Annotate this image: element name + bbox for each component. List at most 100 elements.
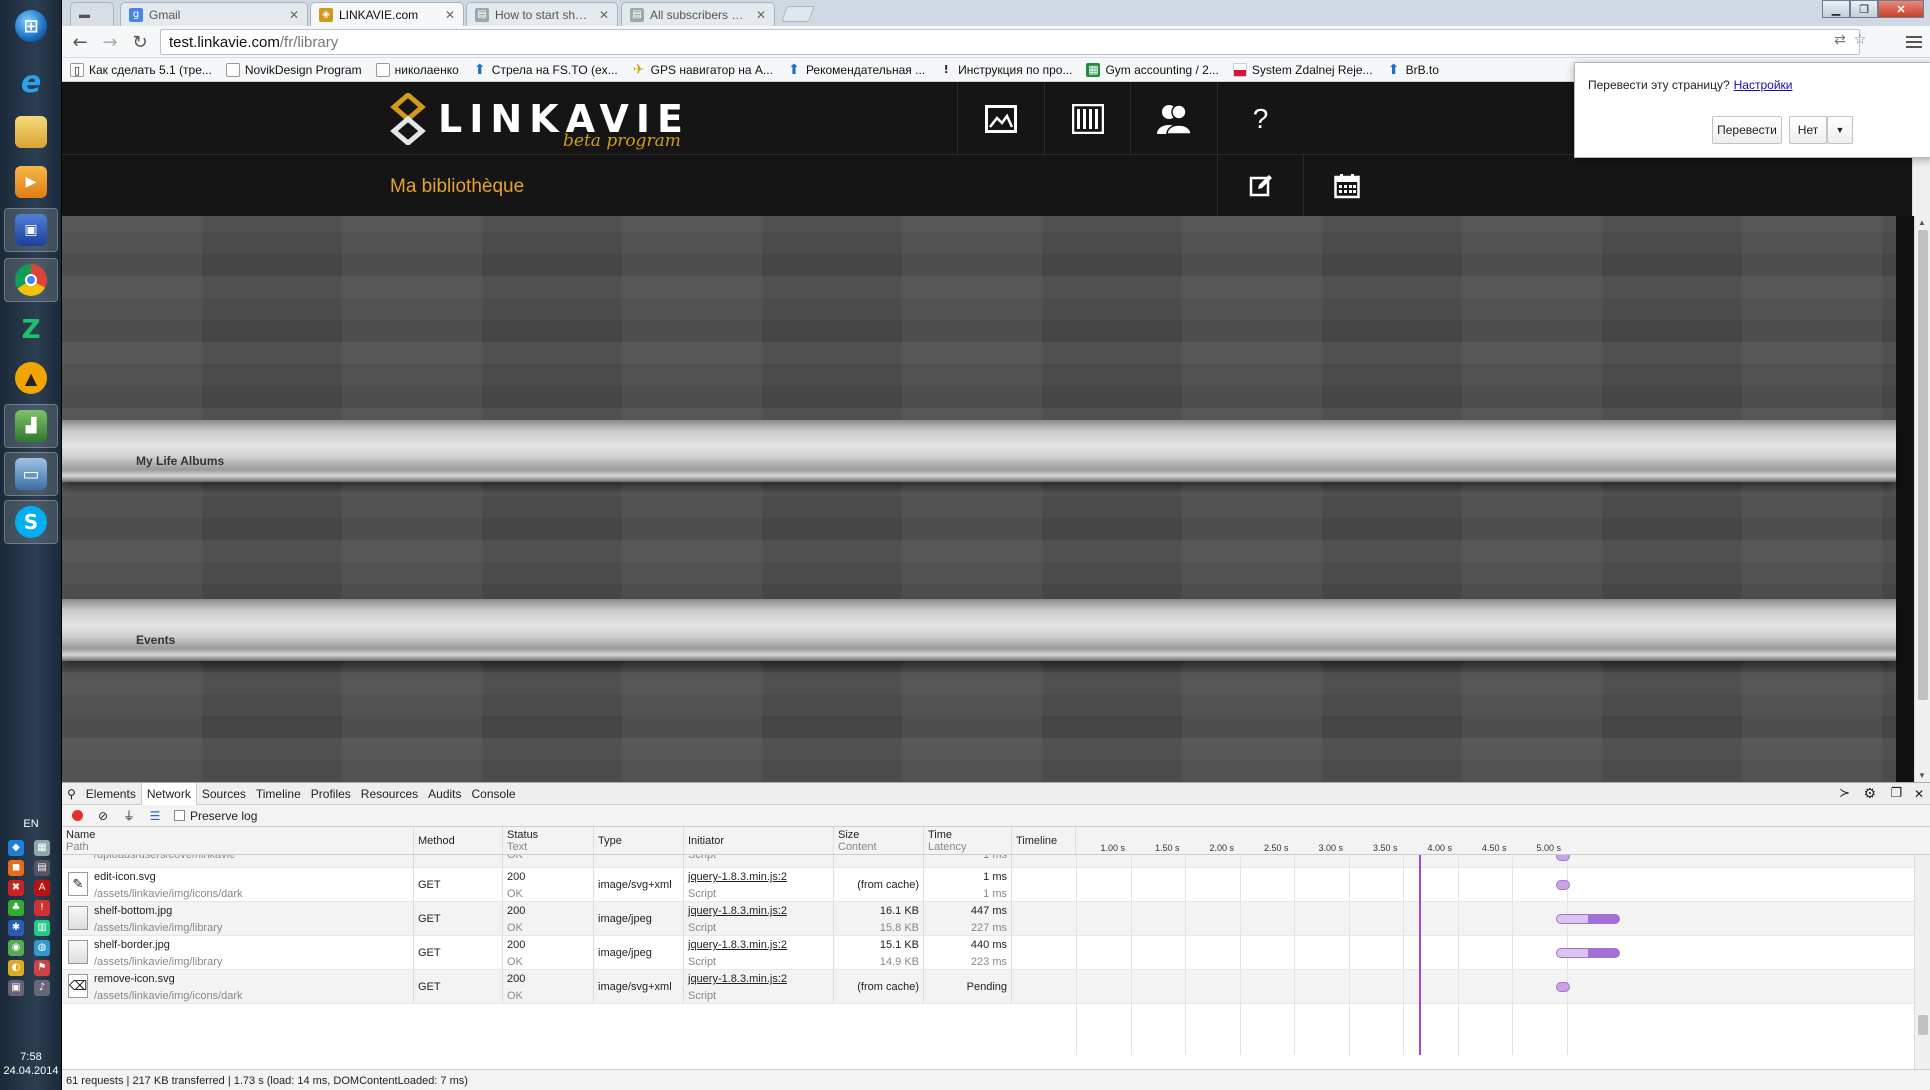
col-time[interactable]: Time Latency — [924, 827, 1012, 854]
keyboard-icon[interactable]: ▤ — [34, 860, 50, 876]
translate-settings-link[interactable]: Настройки — [1734, 78, 1793, 92]
translate-button[interactable]: Перевести — [1712, 116, 1782, 144]
bookmark-item[interactable]: NovikDesign Program — [225, 62, 362, 77]
taskbar-explorer[interactable] — [4, 110, 58, 154]
tab-elements[interactable]: Elements — [81, 783, 141, 805]
tray-app-icon[interactable]: ▦ — [34, 840, 50, 856]
timeline-bar[interactable] — [1555, 982, 1570, 992]
tray-map-icon[interactable]: ▥ — [34, 920, 50, 936]
tray-alert-icon[interactable]: ! — [34, 900, 50, 916]
calendar-button[interactable] — [1303, 155, 1389, 216]
scroll-down-icon[interactable]: ▼ — [1918, 771, 1926, 780]
shelf-label[interactable]: Events — [136, 633, 175, 647]
flag-tray-icon[interactable]: ⚑ — [34, 960, 50, 976]
filter-icon[interactable]: ⏚ — [122, 809, 136, 823]
tray-red-icon[interactable]: ✖ — [8, 880, 24, 896]
col-status[interactable]: Status Text — [503, 827, 594, 854]
tab-network[interactable]: Network — [140, 782, 197, 805]
taskbar-remote-desktop[interactable]: ▭ — [4, 452, 58, 496]
start-button[interactable]: ⊞ — [4, 4, 58, 48]
timeline-bar[interactable] — [1555, 914, 1620, 924]
taskbar-network-app[interactable]: ▟ — [4, 404, 58, 448]
translate-icon[interactable]: ⇄ — [1832, 32, 1848, 48]
volume-icon[interactable]: ♪ — [34, 980, 50, 996]
settings-gear-icon[interactable]: ⚙ — [1863, 786, 1876, 802]
back-button[interactable]: ← — [68, 30, 92, 54]
col-method[interactable]: Method — [414, 827, 503, 854]
console-drawer-icon[interactable]: ≻ — [1839, 786, 1850, 801]
tray-globe-icon[interactable]: ◍ — [34, 940, 50, 956]
clear-icon[interactable]: ⊘ — [96, 809, 110, 823]
star-icon[interactable]: ☆ — [1852, 32, 1868, 48]
bookmark-item[interactable]: ⬆ Стрела на FS.TO (ex... — [473, 63, 618, 77]
initiator-link[interactable]: jquery-1.8.3.min.js:2 — [688, 973, 787, 985]
table-row[interactable]: ⌫ remove-icon.svg/assets/linkavie/img/ico… — [62, 970, 1930, 1004]
close-icon[interactable]: ✕ — [289, 8, 299, 22]
address-bar[interactable]: test.linkavie.com/fr/library — [160, 29, 1860, 55]
col-size[interactable]: Size Content — [834, 827, 924, 854]
nvidia-icon[interactable]: ◉ — [8, 940, 24, 956]
forward-button[interactable]: → — [98, 30, 122, 54]
taskbar-media-player[interactable]: ▶ — [4, 160, 58, 204]
bluetooth-icon[interactable]: ✱ — [8, 920, 24, 936]
new-tab-button[interactable] — [781, 6, 815, 22]
linkavie-logo[interactable]: LINKAVIE beta program — [388, 88, 690, 151]
preserve-log-checkbox[interactable] — [174, 810, 185, 821]
network-tray-icon[interactable]: ▣ — [8, 980, 24, 996]
taskbar-zend[interactable]: Z — [4, 308, 58, 352]
tab-subscribers[interactable]: ▤ All subscribers of LINKAVI ✕ — [621, 2, 775, 26]
tab-profiles[interactable]: Profiles — [306, 783, 356, 805]
col-initiator[interactable]: Initiator — [684, 827, 834, 854]
tray-yellow-icon[interactable]: ◐ — [8, 960, 24, 976]
tab-sources[interactable]: Sources — [197, 783, 251, 805]
bookmark-item[interactable]: ▯ Как сделать 5.1 (тре... — [70, 62, 212, 77]
edit-button[interactable] — [1217, 155, 1303, 216]
timeline-bar[interactable] — [1555, 948, 1620, 958]
bookmark-item[interactable]: ⬆ Рекомендательная ... — [787, 63, 925, 77]
bookmark-item[interactable]: ✈ GPS навигатор на A... — [632, 63, 773, 77]
devtools-scrollbar[interactable] — [1914, 855, 1930, 1069]
initiator-link[interactable]: jquery-1.8.3.min.js:2 — [688, 939, 787, 951]
taskbar-skype[interactable]: S — [4, 500, 58, 544]
close-icon[interactable]: ✕ — [445, 8, 455, 22]
tray-orange-icon[interactable]: ◼ — [8, 860, 24, 876]
scrollbar-thumb[interactable] — [1918, 1015, 1928, 1035]
no-translate-button[interactable]: Нет — [1789, 116, 1827, 144]
record-icon[interactable] — [70, 809, 84, 823]
shelf-label[interactable]: My Life Albums — [136, 454, 224, 468]
large-rows-icon[interactable]: ☰ — [148, 809, 162, 823]
bookmark-item[interactable]: ▦ Gym accounting / 2... — [1086, 62, 1219, 77]
library-button[interactable] — [1044, 82, 1130, 155]
tab-linkavie[interactable]: ◈ LINKAVIE.com ✕ — [310, 2, 464, 26]
adobe-icon[interactable]: A — [34, 880, 50, 896]
minimize-button[interactable]: ▁ — [1822, 0, 1850, 18]
close-icon[interactable]: ✕ — [599, 8, 609, 22]
initiator-link[interactable]: jquery-1.8.3.min.js:2 — [688, 871, 787, 883]
translate-options-dropdown[interactable]: ▼ — [1827, 116, 1853, 144]
close-icon[interactable]: ✕ — [756, 8, 766, 22]
gallery-button[interactable] — [957, 82, 1043, 155]
dropbox-icon[interactable]: ◆ — [8, 840, 24, 856]
language-indicator[interactable]: EN — [0, 818, 62, 830]
taskbar-save-app[interactable]: ▣ — [4, 208, 58, 252]
tab-resources[interactable]: Resources — [356, 783, 423, 805]
taskbar-app-triangle[interactable]: ▲ — [4, 356, 58, 400]
tab-audits[interactable]: Audits — [423, 783, 466, 805]
chrome-menu-button[interactable] — [1906, 33, 1922, 49]
timeline-bar[interactable] — [1555, 880, 1570, 890]
scroll-up-icon[interactable]: ▲ — [1918, 218, 1926, 227]
tray-green-icon[interactable]: ♣ — [8, 900, 24, 916]
col-type[interactable]: Type — [594, 827, 684, 854]
bookmark-item[interactable]: System Zdalnej Reje... — [1232, 62, 1373, 77]
close-devtools-icon[interactable]: ✕ — [1914, 787, 1924, 801]
col-name[interactable]: Name Path — [62, 827, 414, 854]
initiator-link[interactable]: jquery-1.8.3.min.js:2 — [688, 905, 787, 917]
clock[interactable]: 7:58 24.04.2014 — [0, 1050, 62, 1078]
table-row[interactable]: shelf-border.jpg/assets/linkavie/img/lib… — [62, 936, 1930, 970]
timeline-bar[interactable] — [1555, 855, 1570, 861]
taskbar-chrome[interactable] — [4, 258, 58, 302]
tab-how-to-share[interactable]: ▤ How to start sharing phot ✕ — [466, 2, 618, 26]
taskbar-ie[interactable]: e — [4, 60, 58, 104]
inspect-search-icon[interactable]: ⚲ — [62, 783, 81, 805]
chrome-app-menu[interactable]: ▬ — [70, 2, 114, 26]
